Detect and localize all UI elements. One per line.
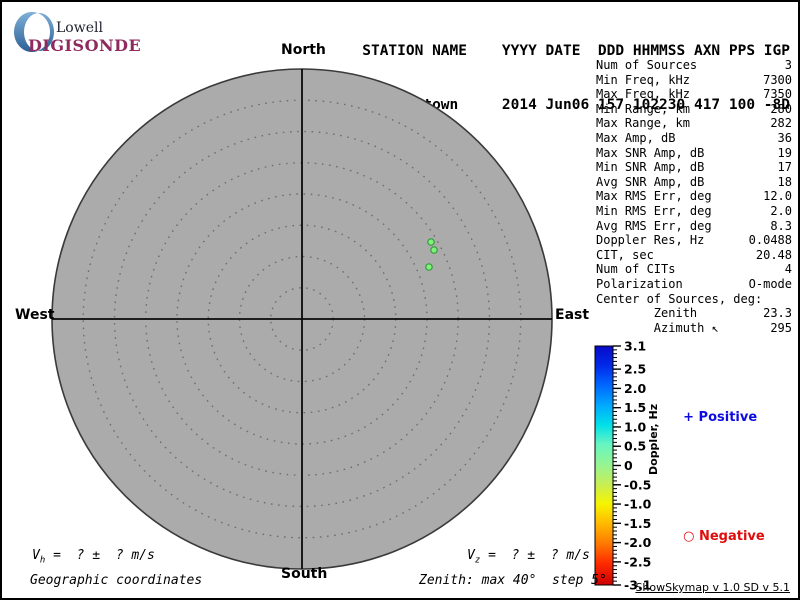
stats-value: 19 (777, 145, 792, 160)
stats-row: Min SNR Amp, dB 17 (596, 160, 792, 175)
colorbar-bar (594, 345, 614, 586)
vz-value: = ? ± ? m/s (480, 548, 590, 563)
stats-label: Min SNR Amp, dB (596, 160, 705, 175)
stats-row: Max RMS Err, deg 12.0 (596, 189, 792, 204)
compass-north-label: North (281, 42, 326, 58)
stats-value: 282 (770, 116, 792, 131)
vh-velocity-readout: Vh = ? ± ? m/s (32, 548, 155, 566)
stats-value: 8.3 (770, 218, 792, 233)
stats-row: Max Amp, dB 36 (596, 131, 792, 146)
colorbar-tick-label: -0.5 (624, 477, 651, 492)
stats-value: 36 (777, 130, 792, 145)
stats-panel: Num of Sources 3 Min Freq, kHz 7300 Max Freq… (596, 58, 792, 335)
stats-row: Max Freq, kHz 7350 (596, 87, 792, 102)
vh-value: = ? ± ? m/s (45, 548, 155, 563)
legend-positive-label: Positive (698, 410, 758, 425)
stats-label: Max Range, km (596, 116, 690, 131)
skymap-plot (51, 68, 553, 570)
skymap-source-dot (427, 238, 435, 246)
skymap-source-dot (430, 246, 438, 254)
coordinate-system-label: Geographic coordinates (30, 573, 203, 588)
plus-marker-icon: + (683, 410, 695, 425)
legend-negative-label: Negative (698, 529, 765, 544)
app-version-label: ShowSkymap v 1.0 SD v 5.1 (635, 581, 790, 594)
zenith-scale-note: Zenith: max 40° step 5° (419, 573, 607, 588)
colorbar-title: Doppler, Hz (647, 403, 660, 475)
stats-value: 7350 (763, 87, 792, 102)
colorbar-tick-label: -1.5 (624, 516, 651, 531)
stats-row: CIT, sec 20.48 (596, 248, 792, 263)
compass-west-label: West (15, 307, 55, 323)
colorbar-tick-label: 1.0 (624, 419, 646, 434)
stats-label: Max Amp, dB (596, 130, 676, 145)
stats-value: 295 (770, 320, 792, 335)
stats-row: Min RMS Err, deg 2.0 (596, 204, 792, 219)
stats-label: Max SNR Amp, dB (596, 145, 705, 160)
stats-value: 2.0 (770, 203, 792, 218)
stats-value: 23.3 (763, 306, 792, 321)
legend-negative: ○ Negative (665, 514, 765, 559)
colorbar-tick-label: 3.1 (624, 339, 646, 354)
colorbar-tick-label: 2.5 (624, 362, 646, 377)
colorbar-tick-label: -2.5 (624, 554, 651, 569)
compass-east-label: East (555, 307, 590, 323)
stats-value: 4 (784, 262, 792, 277)
stats-row: Num of Sources 3 (596, 58, 792, 73)
stats-label: Max RMS Err, deg (596, 189, 712, 204)
vz-velocity-readout: Vz = ? ± ? m/s (467, 548, 590, 566)
stats-label: Azimuth ↖ (596, 320, 719, 335)
stats-label: Num of CITs (596, 262, 676, 277)
stats-value: 0.0488 (748, 233, 792, 248)
stats-label: Polarization (596, 276, 683, 291)
vz-symbol: V (467, 548, 475, 563)
legend-positive: + Positive (665, 395, 757, 440)
stats-row: Polarization O-mode (596, 277, 792, 292)
stats-value: 3 (784, 58, 792, 72)
stats-row: Avg RMS Err, deg 8.3 (596, 219, 792, 234)
stats-value: 7300 (763, 72, 792, 87)
stats-row: Min Range, km 280 (596, 102, 792, 117)
stats-label: Min RMS Err, deg (596, 203, 712, 218)
stats-label: Min Freq, kHz (596, 72, 690, 87)
stats-row: Doppler Res, Hz 0.0488 (596, 233, 792, 248)
colorbar-tick-label: 1.5 (624, 400, 646, 415)
stats-row: Center of Sources, deg: (596, 292, 792, 307)
stats-value: 18 (777, 174, 792, 189)
colorbar-tick-label: 0.5 (624, 439, 646, 454)
stats-value: 20.48 (755, 247, 792, 262)
stats-value: 12.0 (763, 189, 792, 204)
stats-label: CIT, sec (596, 247, 654, 262)
stats-label: Zenith (596, 306, 698, 321)
stats-row: Max SNR Amp, dB 19 (596, 146, 792, 161)
stats-value: 280 (770, 101, 792, 116)
stats-row: Zenith 23.3 (596, 306, 792, 321)
stats-row: Avg SNR Amp, dB 18 (596, 175, 792, 190)
colorbar-tick-label: -1.0 (624, 497, 652, 512)
colorbar-tick-label: -2.0 (624, 535, 652, 550)
stats-label: Avg RMS Err, deg (596, 218, 712, 233)
stats-row: Max Range, km 282 (596, 116, 792, 131)
showskymap-window: Lowell DIGISONDE STATION NAME YYYY DATE … (0, 0, 800, 600)
stats-label: Center of Sources, deg: (596, 291, 763, 306)
stats-label: Avg SNR Amp, dB (596, 174, 705, 189)
stats-row: Min Freq, kHz 7300 (596, 73, 792, 88)
stats-label: Min Range, km (596, 101, 690, 116)
stats-row: Azimuth ↖ 295 (596, 321, 792, 336)
stats-row: Num of CITs 4 (596, 262, 792, 277)
skymap-source-dot (425, 263, 433, 271)
stats-value: O-mode (748, 276, 792, 291)
stats-label: Max Freq, kHz (596, 87, 690, 102)
stats-label: Doppler Res, Hz (596, 233, 705, 248)
compass-south-label: South (281, 566, 328, 582)
colorbar-tick-label: 2.0 (624, 381, 646, 396)
stats-label: Num of Sources (596, 58, 698, 72)
stats-value: 17 (777, 160, 792, 175)
vh-symbol: V (32, 548, 40, 563)
circle-marker-icon: ○ (683, 529, 695, 544)
